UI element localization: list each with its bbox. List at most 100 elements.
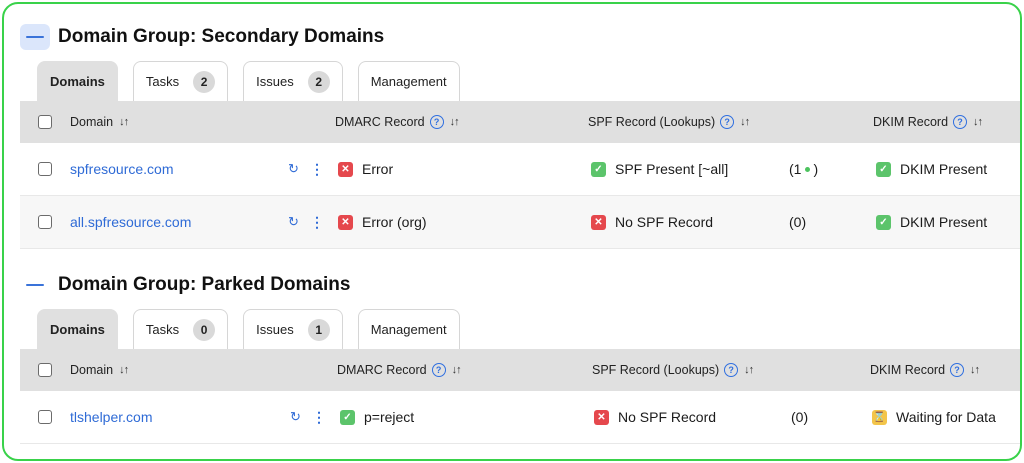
column-dkim[interactable]: DKIM Record? ↓↑ <box>873 101 983 143</box>
column-dmarc[interactable]: DMARC Record? ↓↑ <box>337 349 462 391</box>
check-icon: ✓ <box>876 161 891 177</box>
column-label: DMARC Record <box>337 363 427 377</box>
minus-icon <box>26 36 44 38</box>
sort-arrows-icon[interactable]: ↓↑ <box>452 364 462 376</box>
refresh-icon[interactable]: ↻ <box>288 161 299 177</box>
table-row: spfresource.com ↻ ⋮ ✕ Error ✓ SPF Present … <box>20 143 1020 196</box>
group-tabs: Domains Tasks 2 Issues 2 Management <box>37 61 475 101</box>
column-dkim[interactable]: DKIM Record? ↓↑ <box>870 349 980 391</box>
tab-label: Domains <box>50 322 105 337</box>
hourglass-icon: ⌛ <box>872 409 887 425</box>
column-domain[interactable]: Domain ↓↑ <box>70 101 129 143</box>
sort-arrows-icon[interactable]: ↓↑ <box>119 364 129 376</box>
domains-table: Domain ↓↑ DMARC Record? ↓↑ SPF Record (Loo… <box>20 101 1020 249</box>
tab-label: Management <box>370 74 447 89</box>
status-dot-icon <box>805 166 811 172</box>
group-title: Domain Group: Secondary Domains <box>58 26 385 47</box>
tab-domains[interactable]: Domains <box>37 309 118 349</box>
column-label: SPF Record (Lookups) <box>588 115 716 129</box>
help-circle-icon[interactable]: ? <box>431 363 446 377</box>
app-frame: Domain Group: Secondary Domains Domains … <box>2 2 1022 461</box>
check-icon: ✓ <box>340 409 355 425</box>
group-header-secondary: Domain Group: Secondary Domains <box>20 22 384 52</box>
error-x-icon: ✕ <box>594 409 609 425</box>
tab-label: Issues <box>256 322 294 337</box>
help-circle-icon[interactable]: ? <box>724 363 739 377</box>
column-domain[interactable]: Domain ↓↑ <box>70 349 129 391</box>
collapse-group-button[interactable] <box>20 24 50 50</box>
kebab-menu-icon[interactable]: ⋮ <box>310 214 324 231</box>
refresh-icon[interactable]: ↻ <box>288 214 299 230</box>
group-tabs: Domains Tasks 0 Issues 1 Management <box>37 309 475 349</box>
error-x-icon: ✕ <box>591 214 606 230</box>
tasks-count-badge: 2 <box>193 70 216 93</box>
sort-arrows-icon[interactable]: ↓↑ <box>970 364 980 376</box>
group-title: Domain Group: Parked Domains <box>58 274 351 295</box>
column-label: DMARC Record <box>335 115 425 129</box>
spf-status: No SPF Record <box>618 409 717 425</box>
column-label: Domain <box>70 363 114 377</box>
kebab-menu-icon[interactable]: ⋮ <box>312 409 326 426</box>
kebab-menu-icon[interactable]: ⋮ <box>310 161 324 178</box>
check-icon: ✓ <box>876 214 891 230</box>
domain-link[interactable]: tlshelper.com <box>70 409 152 425</box>
collapse-group-button[interactable] <box>20 272 50 298</box>
tab-tasks[interactable]: Tasks 2 <box>132 61 229 101</box>
tab-tasks[interactable]: Tasks 0 <box>132 309 229 349</box>
column-label: DKIM Record <box>873 115 949 129</box>
column-spf[interactable]: SPF Record (Lookups)? ↓↑ <box>588 101 750 143</box>
column-label: SPF Record (Lookups) <box>592 363 720 377</box>
check-icon: ✓ <box>591 161 606 177</box>
tab-issues[interactable]: Issues 2 <box>243 61 343 101</box>
domains-table: Domain ↓↑ DMARC Record? ↓↑ SPF Record (Loo… <box>20 349 1020 444</box>
spf-lookups: (0) <box>789 214 807 230</box>
tab-management[interactable]: Management <box>357 309 460 349</box>
column-dmarc[interactable]: DMARC Record? ↓↑ <box>335 101 460 143</box>
tab-domains[interactable]: Domains <box>37 61 118 101</box>
refresh-icon[interactable]: ↻ <box>290 409 301 425</box>
tab-label: Issues <box>256 74 294 89</box>
column-label: Domain <box>70 115 114 129</box>
table-row: tlshelper.com ↻ ⋮ ✓ p=reject ✕ No SPF Reco… <box>20 391 1020 444</box>
select-all-checkbox[interactable] <box>38 115 52 129</box>
group-header-parked: Domain Group: Parked Domains <box>20 270 350 300</box>
error-x-icon: ✕ <box>338 214 353 230</box>
tasks-count-badge: 0 <box>193 318 216 341</box>
domain-link[interactable]: spfresource.com <box>70 161 173 177</box>
tab-issues[interactable]: Issues 1 <box>243 309 343 349</box>
sort-arrows-icon[interactable]: ↓↑ <box>973 116 983 128</box>
help-circle-icon[interactable]: ? <box>720 115 735 129</box>
sort-arrows-icon[interactable]: ↓↑ <box>744 364 754 376</box>
dkim-status: Waiting for Data <box>896 409 996 425</box>
help-circle-icon[interactable]: ? <box>953 115 968 129</box>
row-checkbox[interactable] <box>38 410 52 424</box>
tab-label: Tasks <box>145 322 180 337</box>
spf-status: No SPF Record <box>615 214 714 230</box>
minus-icon <box>26 284 44 286</box>
sort-arrows-icon[interactable]: ↓↑ <box>450 116 460 128</box>
issues-count-badge: 1 <box>307 318 330 341</box>
select-all-checkbox[interactable] <box>38 363 52 377</box>
spf-status: SPF Present [~all] <box>615 161 729 177</box>
column-spf[interactable]: SPF Record (Lookups)? ↓↑ <box>592 349 754 391</box>
help-circle-icon[interactable]: ? <box>950 363 965 377</box>
dkim-status: DKIM Present <box>900 161 988 177</box>
tab-management[interactable]: Management <box>357 61 460 101</box>
tab-label: Management <box>370 322 447 337</box>
domain-link[interactable]: all.spfresource.com <box>70 214 191 230</box>
sort-arrows-icon[interactable]: ↓↑ <box>119 116 129 128</box>
dkim-status: DKIM Present <box>900 214 988 230</box>
issues-count-badge: 2 <box>307 70 330 93</box>
row-checkbox[interactable] <box>38 215 52 229</box>
row-checkbox[interactable] <box>38 162 52 176</box>
help-circle-icon[interactable]: ? <box>429 115 444 129</box>
table-header: Domain ↓↑ DMARC Record? ↓↑ SPF Record (Loo… <box>20 101 1020 143</box>
spf-lookups: (0) <box>791 409 809 425</box>
table-row: all.spfresource.com ↻ ⋮ ✕ Error (org) ✕ No… <box>20 196 1020 249</box>
column-label: DKIM Record <box>870 363 946 377</box>
dmarc-status: Error <box>362 161 394 177</box>
sort-arrows-icon[interactable]: ↓↑ <box>740 116 750 128</box>
table-header: Domain ↓↑ DMARC Record? ↓↑ SPF Record (Loo… <box>20 349 1020 391</box>
tab-label: Domains <box>50 74 105 89</box>
dmarc-status: Error (org) <box>362 214 427 230</box>
